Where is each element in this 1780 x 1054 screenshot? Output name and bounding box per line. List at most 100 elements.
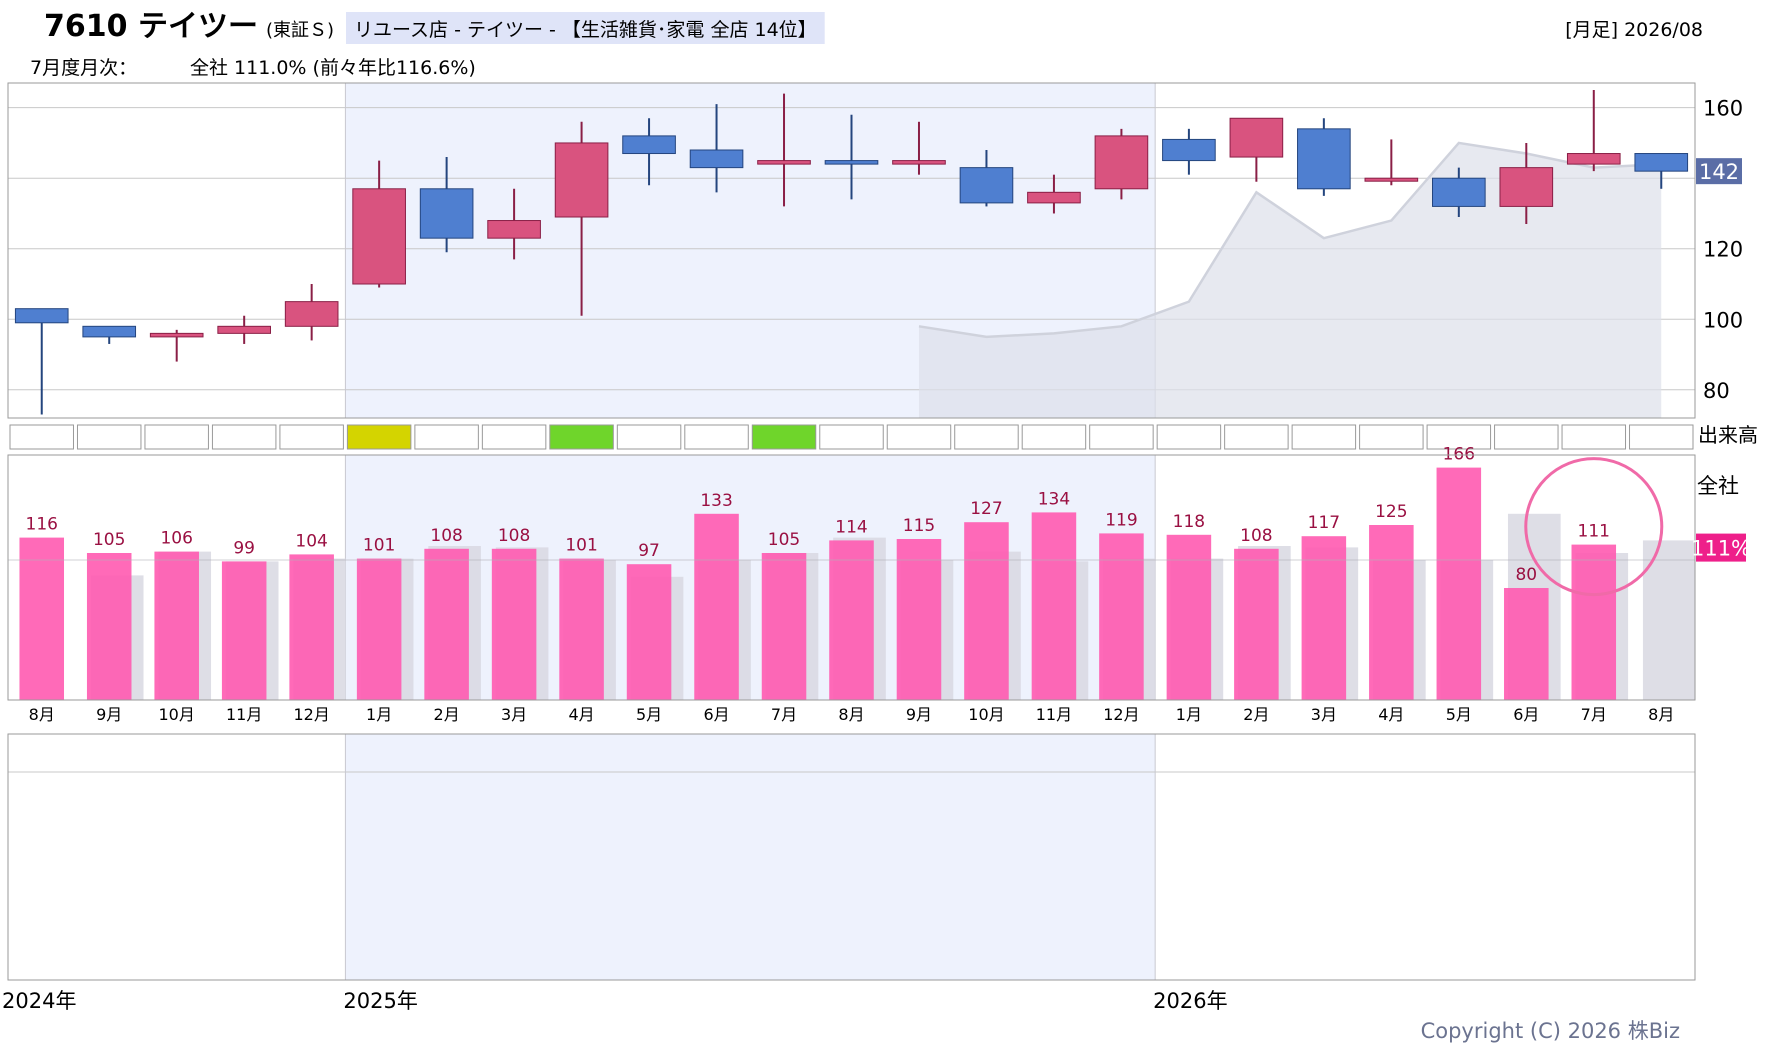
year-label: 2025年: [343, 989, 417, 1013]
volume-cell: [144, 424, 209, 450]
volume-cell: [1021, 424, 1087, 450]
empty-panel: [7, 733, 1696, 981]
category-label: リユース店 - テイツー - 【生活雑貨･家電 全店 14位】: [354, 19, 817, 41]
volume-strip: [9, 424, 1694, 450]
volume-cell: [346, 424, 412, 450]
volume-cell: [684, 424, 749, 450]
month-tick-label: 8月: [29, 705, 55, 724]
bar-value-label: 108: [498, 526, 530, 546]
candle-body: [1364, 177, 1419, 182]
bar-value-label: 111: [1578, 522, 1610, 542]
month-tick-label: 5月: [1446, 705, 1472, 724]
candle-body: [1634, 153, 1689, 172]
month-tick-label: 8月: [838, 705, 864, 724]
copyright: Copyright (C) 2026 株Biz: [1421, 1019, 1680, 1043]
volume-cell: [1359, 424, 1424, 450]
volume-cell: [751, 424, 817, 450]
monthly-value: 全社 111.0% (前々年比116.6%): [190, 57, 476, 79]
monthly-bar: [154, 551, 199, 700]
empty-year-highlight: [345, 734, 1156, 980]
volume-cell: [1561, 424, 1627, 450]
bar-value-label: 115: [903, 516, 935, 536]
candle-body: [1432, 177, 1486, 207]
monthly-prefix: 7月度月次：: [30, 57, 137, 79]
month-tick-label: 9月: [96, 705, 122, 724]
monthly-bar: [964, 522, 1009, 700]
chart: 7610 テイツー (東証Ｓ) リユース店 - テイツー - 【生活雑貨･家電 …: [2, 9, 1758, 1043]
bar-value-label: 101: [363, 536, 395, 556]
month-tick-label: 12月: [1103, 705, 1139, 724]
month-tick-label: 7月: [771, 705, 797, 724]
volume-cell: [819, 424, 884, 450]
volume-cell: [1629, 424, 1694, 450]
candle-body: [284, 301, 339, 327]
month-tick-label: 2月: [434, 705, 460, 724]
monthly-bar: [559, 558, 604, 700]
candle-body: [892, 160, 946, 165]
volume-cell: [616, 424, 682, 450]
year-axis: 2024年 2025年 2026年: [2, 989, 1228, 1013]
month-tick-label: 7月: [1581, 705, 1607, 724]
volume-cell: [1224, 424, 1289, 450]
bar-value-label: 104: [295, 531, 327, 551]
candle-body: [1027, 191, 1081, 204]
candle-body: [1094, 135, 1149, 190]
current-price-label: 142: [1699, 160, 1739, 184]
monthly-bar: [694, 513, 739, 700]
month-tick-label: 12月: [293, 705, 329, 724]
price-tick-label: 160: [1703, 97, 1743, 121]
candle-body: [487, 220, 541, 239]
volume-cell: [414, 424, 479, 450]
volume-cell: [279, 424, 344, 450]
bar-value-label: 119: [1105, 510, 1137, 530]
monthly-bar: [19, 537, 65, 700]
month-tick-label: 5月: [636, 705, 662, 724]
bar-value-label: 80: [1515, 565, 1537, 585]
month-tick-label: 8月: [1648, 705, 1674, 724]
month-tick-label: 3月: [501, 705, 527, 724]
bar-value-label: 133: [700, 491, 732, 511]
candle-body: [217, 325, 271, 334]
monthly-bar: [221, 561, 267, 700]
bar-value-label: 105: [93, 530, 125, 550]
candle-body: [757, 160, 811, 165]
volume-label: 出来高: [1698, 423, 1758, 447]
volume-cell: [954, 424, 1019, 450]
bar-value-label: 99: [233, 538, 255, 558]
candle-body: [352, 188, 406, 285]
monthly-panel-title: 全社: [1697, 474, 1739, 498]
month-tick-label: 6月: [1513, 705, 1539, 724]
bar-value-label: 116: [26, 515, 58, 535]
candle-body: [1297, 128, 1351, 190]
month-tick-label: 4月: [568, 705, 594, 724]
volume-cell: [9, 424, 74, 450]
month-tick-label: 11月: [1036, 705, 1072, 724]
volume-cell: [211, 424, 277, 450]
bar-value-label: 125: [1375, 502, 1407, 522]
month-tick-label: 2月: [1243, 705, 1269, 724]
year-label: 2024年: [2, 989, 76, 1013]
volume-cell: [481, 424, 547, 450]
monthly-bar: [1301, 536, 1347, 700]
bar-value-label: 106: [160, 529, 192, 549]
bar-value-label: 108: [1240, 526, 1272, 546]
month-tick-label: 3月: [1311, 705, 1337, 724]
candle-body: [689, 149, 744, 169]
bar-value-label: 97: [638, 541, 660, 561]
monthly-bar: [1234, 548, 1279, 700]
candle-body: [1229, 117, 1284, 158]
monthly-bar: [289, 554, 334, 700]
candle-body: [419, 188, 474, 239]
volume-cell: [1156, 424, 1222, 450]
monthly-bar: [356, 558, 402, 700]
bar-value-label: 118: [1173, 512, 1205, 532]
volume-cell: [1291, 424, 1357, 450]
price-panel: 80 100 120 160 142: [7, 82, 1743, 419]
month-tick-label: 10月: [159, 705, 195, 724]
month-tick-label: 9月: [906, 705, 932, 724]
candle-body: [149, 332, 204, 338]
market-label: (東証Ｓ): [266, 20, 334, 41]
monthly-bar: [86, 553, 132, 700]
monthly-bar: [626, 564, 672, 700]
price-tick-label: 100: [1703, 308, 1743, 332]
